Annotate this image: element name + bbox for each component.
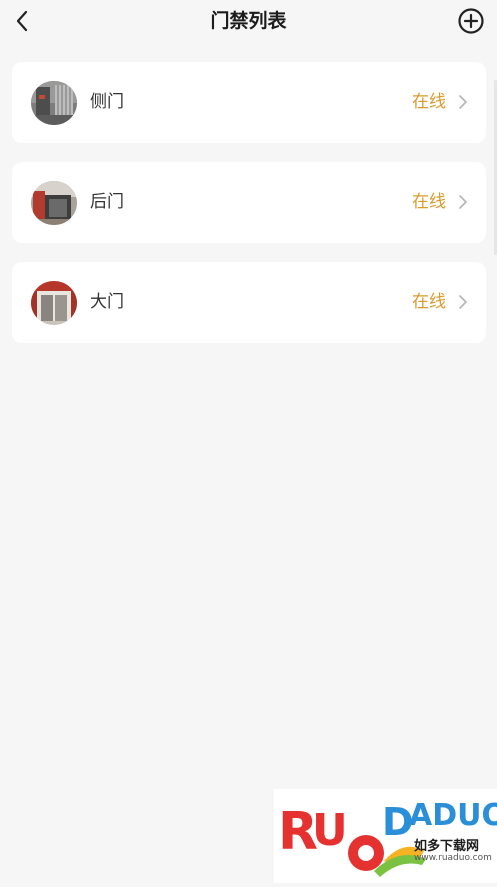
chevron-right-icon bbox=[459, 195, 467, 209]
page-title: 门禁列表 bbox=[210, 10, 287, 32]
status-label: 在线 bbox=[412, 192, 446, 212]
plus-circle-icon bbox=[458, 8, 484, 34]
door-name: 侧门 bbox=[90, 92, 124, 112]
chevron-right-icon bbox=[459, 95, 467, 109]
door-list: 侧门 在线 后门 在线 大门 在线 bbox=[12, 62, 486, 362]
door-photo-side-icon bbox=[31, 81, 77, 125]
status-label: 在线 bbox=[412, 292, 446, 312]
door-photo-back-icon bbox=[31, 181, 77, 225]
svg-text:U: U bbox=[312, 805, 348, 856]
svg-text:ADUO: ADUO bbox=[409, 798, 497, 833]
add-door-button[interactable] bbox=[456, 6, 486, 36]
app-header: 门禁列表 bbox=[0, 0, 497, 44]
door-card-back[interactable]: 后门 在线 bbox=[12, 162, 486, 243]
door-avatar bbox=[31, 181, 77, 225]
status-label: 在线 bbox=[412, 92, 446, 112]
door-card-side[interactable]: 侧门 在线 bbox=[12, 62, 486, 143]
watermark-logo: R U D ADUO 如多下载网 www.ruaduo.com bbox=[274, 789, 497, 883]
chevron-right-icon bbox=[459, 295, 467, 309]
door-photo-main-icon bbox=[31, 281, 77, 325]
door-name: 大门 bbox=[90, 292, 124, 312]
door-card-main[interactable]: 大门 在线 bbox=[12, 262, 486, 343]
watermark-url: www.ruaduo.com bbox=[414, 853, 492, 863]
door-avatar bbox=[31, 281, 77, 325]
watermark-subtitle: 如多下载网 bbox=[414, 839, 480, 854]
door-name: 后门 bbox=[90, 192, 124, 212]
door-avatar bbox=[31, 81, 77, 125]
